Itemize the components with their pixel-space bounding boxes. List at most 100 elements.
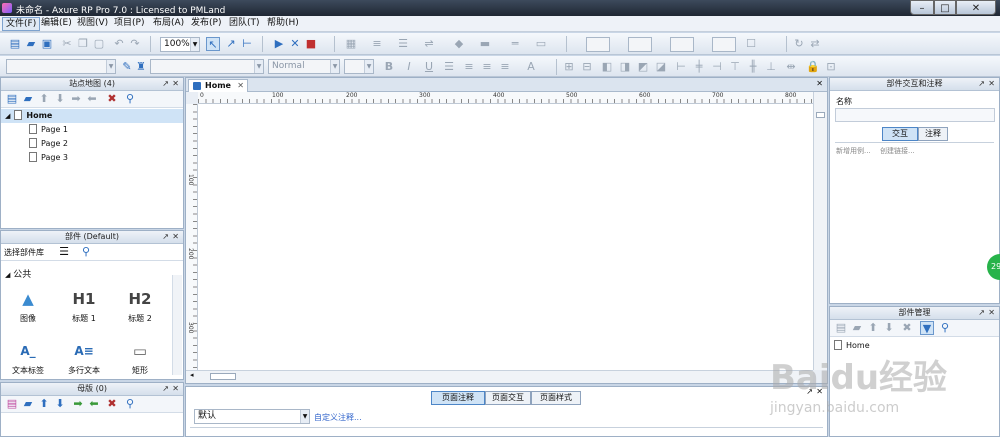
ungroup-icon[interactable]: ⊟	[580, 60, 594, 74]
vertical-scrollbar[interactable]	[813, 92, 827, 370]
x-position-field[interactable]	[586, 37, 610, 52]
tab-interactions[interactable]: 交互	[882, 127, 918, 141]
tree-item-page3[interactable]: Page 3	[1, 151, 183, 165]
menu-view[interactable]: 视图(V)	[74, 17, 111, 31]
create-link-link[interactable]: 创建链接...	[880, 146, 915, 156]
undo-icon[interactable]: ↶	[112, 37, 126, 51]
style-select[interactable]: ▼	[6, 59, 116, 74]
outdent-icon[interactable]: ⬅	[87, 397, 101, 411]
close-window-button[interactable]: ✕	[956, 0, 996, 15]
connect-icon[interactable]: ↗	[224, 37, 238, 51]
y-position-field[interactable]	[628, 37, 652, 52]
add-master-icon[interactable]: ▤	[5, 397, 19, 411]
widgets-scrollbar[interactable]	[172, 275, 182, 375]
new-case-link[interactable]: 新增用例...	[836, 146, 871, 156]
delete-icon[interactable]: ✖	[900, 321, 914, 335]
bold-icon[interactable]: B	[382, 60, 396, 74]
hide-checkbox-icon[interactable]: ☐	[744, 37, 758, 51]
widget-paragraph[interactable]: A≡ 多行文本	[61, 339, 107, 376]
move-up-icon[interactable]: ⬆	[866, 321, 880, 335]
lock-icon[interactable]: 🔒	[806, 60, 820, 74]
widget-image[interactable]: ▲ 图像	[5, 287, 51, 324]
brush-icon[interactable]: ♜	[134, 60, 148, 74]
copy-icon[interactable]: ❐	[76, 37, 90, 51]
minimize-button[interactable]: –	[910, 0, 934, 15]
font-color-icon[interactable]: A	[524, 60, 538, 74]
menu-publish[interactable]: 发布(P)	[188, 17, 224, 31]
widget-group-header[interactable]: ◢ 公共	[5, 267, 31, 280]
tab-home[interactable]: Home ✕	[188, 79, 248, 92]
tree-item-home[interactable]: ◢ Home	[1, 109, 183, 123]
menu-edit[interactable]: 编辑(E)	[38, 17, 75, 31]
tab-notes[interactable]: 注释	[918, 127, 948, 141]
close-icon[interactable]: ✕	[988, 307, 995, 319]
add-icon[interactable]: ▤	[834, 321, 848, 335]
move-down-icon[interactable]: ⬇	[53, 397, 67, 411]
notes-set-select[interactable]: 默认 ▼	[194, 409, 310, 424]
line-style-icon[interactable]: ≡	[370, 37, 384, 51]
line-width-icon[interactable]: ☰	[396, 37, 410, 51]
close-icon[interactable]: ✕	[172, 78, 179, 90]
group-icon[interactable]: ⊞	[562, 60, 576, 74]
search-icon[interactable]: ⚲	[123, 397, 137, 411]
save-icon[interactable]: ▣	[40, 37, 54, 51]
pin-icon[interactable]: ↗	[978, 78, 985, 90]
refresh-icon[interactable]: ↻	[792, 37, 806, 51]
format-painter-icon[interactable]: ✎	[120, 60, 134, 74]
close-icon[interactable]: ✕	[172, 231, 179, 243]
expand-icon[interactable]: ◢	[5, 112, 10, 120]
pin-icon[interactable]: ↗	[162, 78, 169, 90]
close-icon[interactable]: ✕	[816, 79, 823, 88]
font-size-select[interactable]: ▼	[344, 59, 374, 74]
maximize-button[interactable]: □	[934, 0, 956, 15]
tree-item-page1[interactable]: Page 1	[1, 123, 183, 137]
menu-layout[interactable]: 布局(A)	[150, 17, 187, 31]
paste-icon[interactable]: ▢	[92, 37, 106, 51]
scroll-left-icon[interactable]: ◂	[190, 371, 194, 379]
shadow-icon[interactable]: ▭	[534, 37, 548, 51]
move-up-icon[interactable]: ⬆	[37, 397, 51, 411]
preview-icon[interactable]: ▶	[272, 37, 286, 51]
library-select[interactable]: 选择部件库	[4, 247, 44, 258]
publish-icon[interactable]: ■	[304, 37, 318, 51]
menu-team[interactable]: 团队(T)	[226, 17, 263, 31]
folder-icon[interactable]: ▰	[850, 321, 864, 335]
close-icon[interactable]: ✕	[816, 387, 823, 396]
select-pointer-icon[interactable]: ↖	[206, 37, 220, 51]
align-top-icon[interactable]: ⊤	[728, 60, 742, 74]
menu-project[interactable]: 项目(P)	[111, 17, 147, 31]
widget-rectangle[interactable]: ▭ 矩形	[117, 339, 163, 376]
new-file-icon[interactable]: ▤	[8, 37, 22, 51]
redo-icon[interactable]: ↷	[128, 37, 142, 51]
filter-icon[interactable]: ▼	[920, 321, 934, 335]
move-down-icon[interactable]: ⬇	[53, 92, 67, 106]
add-folder-icon[interactable]: ▰	[21, 397, 35, 411]
widget-heading1[interactable]: H1 标题 1	[61, 287, 107, 324]
move-down-icon[interactable]: ⬇	[882, 321, 896, 335]
fill-color-icon[interactable]: ▦	[344, 37, 358, 51]
border-color-icon[interactable]: ▬	[478, 37, 492, 51]
add-folder-icon[interactable]: ▰	[21, 92, 35, 106]
search-icon[interactable]: ⚲	[123, 92, 137, 106]
width-field[interactable]	[670, 37, 694, 52]
indent-icon[interactable]: ➡	[71, 397, 85, 411]
menu-file[interactable]: 文件(F)	[2, 17, 41, 31]
scroll-thumb[interactable]	[210, 373, 236, 380]
tree-item-page2[interactable]: Page 2	[1, 137, 183, 151]
share-icon[interactable]: ✕	[288, 37, 302, 51]
align-h-center-icon[interactable]: ╪	[692, 60, 706, 74]
move-up-icon[interactable]: ⬆	[37, 92, 51, 106]
pin-icon[interactable]: ↗	[162, 231, 169, 243]
name-field[interactable]	[835, 108, 995, 122]
align-right-icon[interactable]: ≡	[498, 60, 512, 74]
scroll-thumb[interactable]	[816, 112, 825, 118]
pin-icon[interactable]: ↗	[978, 307, 985, 319]
horizontal-scrollbar[interactable]: ◂	[186, 370, 813, 383]
close-icon[interactable]: ✕	[988, 78, 995, 90]
delete-icon[interactable]: ✖	[105, 92, 119, 106]
outdent-icon[interactable]: ⬅	[85, 92, 99, 106]
tab-page-notes[interactable]: 页面注释	[431, 391, 485, 405]
align-left-edge-icon[interactable]: ⊢	[674, 60, 688, 74]
bring-front-icon[interactable]: ◧	[600, 60, 614, 74]
open-folder-icon[interactable]: ▰	[24, 37, 38, 51]
